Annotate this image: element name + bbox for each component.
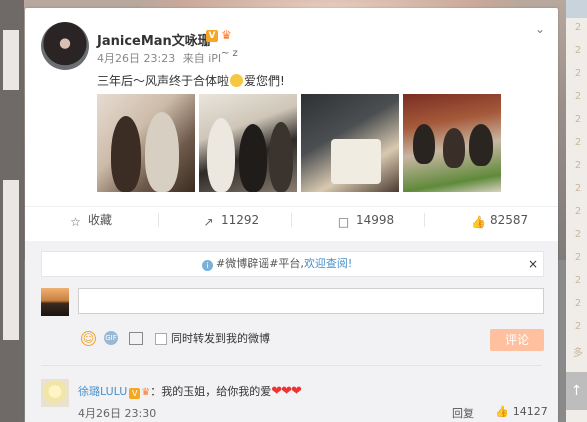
notice-text: i #微博辟谣#平台,欢迎查阅! xyxy=(202,252,352,276)
right-rail-item[interactable]: 2 xyxy=(570,91,586,102)
photo-figure xyxy=(469,124,493,166)
commenter-avatar[interactable] xyxy=(41,379,69,407)
right-rail-item[interactable]: 2 xyxy=(570,160,586,171)
thumbs-up-icon: 👍 xyxy=(471,215,486,229)
comment-timestamp: 4月26日 23:30 xyxy=(78,407,157,420)
repost-icon: ↗ xyxy=(203,215,214,229)
repost-button[interactable]: ↗ 11292 xyxy=(202,207,259,233)
repost-count: 11292 xyxy=(221,213,260,227)
thumbs-up-icon: 👍 xyxy=(495,405,509,418)
post-photo[interactable] xyxy=(199,94,297,192)
photo-figure xyxy=(207,118,235,192)
right-rail-item[interactable]: 2 xyxy=(570,22,586,33)
right-rail-item[interactable]: 2 xyxy=(570,275,586,286)
repost-checkbox[interactable] xyxy=(155,333,167,345)
info-icon: i xyxy=(202,260,213,271)
image-icon[interactable] xyxy=(129,332,143,345)
gif-icon[interactable]: GIF xyxy=(104,331,118,345)
post-text-part: 爱您們! xyxy=(244,74,285,88)
comment-input[interactable] xyxy=(78,288,544,314)
right-rail-item[interactable]: 2 xyxy=(570,114,586,125)
vip-crown-icon[interactable]: ♛ xyxy=(221,29,235,42)
comment-like-button[interactable]: 👍 14127 xyxy=(495,405,548,418)
author-avatar[interactable] xyxy=(41,22,89,70)
right-rail-item[interactable]: 2 xyxy=(570,206,586,217)
post-text-part: 三年后～风声终于合体啦 xyxy=(97,74,230,88)
divider xyxy=(424,213,425,227)
photo-figure xyxy=(269,122,293,192)
post-photo[interactable] xyxy=(301,94,399,192)
star-icon: ☆ xyxy=(70,215,81,229)
post-timestamp[interactable]: 4月26日 23:23 xyxy=(97,52,175,65)
photo-paper xyxy=(331,139,381,184)
post-text: 三年后～风声终于合体啦 爱您們! xyxy=(97,72,285,89)
right-rail-item[interactable]: 多 xyxy=(570,344,586,359)
photo-figure xyxy=(239,124,267,192)
post-action-bar: ☆ 收藏 ↗ 11292 □ 14998 👍 82587 xyxy=(25,206,558,233)
comment-text: ：我的玉姐，给你我的爱 xyxy=(150,385,272,398)
cry-emoji-icon xyxy=(230,74,244,87)
left-sidebar-block xyxy=(3,30,19,90)
right-rail-item[interactable]: 2 xyxy=(570,252,586,263)
author-name[interactable]: JaniceMan文咏珊 xyxy=(97,30,211,49)
right-rail-item[interactable]: 2 xyxy=(570,229,586,240)
post-meta: 4月26日 23:23 来自 iPI xyxy=(97,50,221,66)
right-rail-item[interactable]: 2 xyxy=(570,321,586,332)
photo-figure xyxy=(111,116,141,192)
comment-section: i #微博辟谣#平台,欢迎查阅! × ☺ GIF 同时转发到我的微博 评论 徐璐L… xyxy=(25,241,558,422)
favorite-button[interactable]: ☆ 收藏 xyxy=(69,207,112,233)
post-photo[interactable] xyxy=(97,94,195,192)
divider xyxy=(291,213,292,227)
right-rail-item[interactable]: 2 xyxy=(570,183,586,194)
right-rail-item[interactable]: 2 xyxy=(570,298,586,309)
comment-icon: □ xyxy=(337,215,350,229)
like-count: 82587 xyxy=(490,213,529,227)
verified-badge-icon[interactable]: V xyxy=(129,388,141,399)
right-rail-header xyxy=(566,0,587,18)
weibo-post-card: ⌄ JaniceMan文咏珊 V ♛ 4月26日 23:23 来自 iPI ~ … xyxy=(25,8,558,422)
post-photo[interactable] xyxy=(403,94,501,192)
photo-figure xyxy=(443,128,465,168)
emoji-icon[interactable]: ☺ xyxy=(81,331,96,346)
right-rail-item[interactable]: 2 xyxy=(570,45,586,56)
my-avatar[interactable] xyxy=(41,288,69,316)
right-rail: 2 2 2 2 2 2 2 2 2 2 2 2 2 2 多 xyxy=(566,0,587,422)
repost-checkbox-label[interactable]: 同时转发到我的微博 xyxy=(171,330,270,346)
photo-figure xyxy=(145,112,179,192)
comment-like-count: 14127 xyxy=(512,405,548,418)
right-rail-item[interactable]: 2 xyxy=(570,137,586,148)
divider xyxy=(158,213,159,227)
notice-prefix: #微博辟谣#平台, xyxy=(216,257,304,270)
comment-body: 徐璐LULU V ♛：我的玉姐，给你我的爱❤❤❤ xyxy=(78,383,302,399)
chevron-down-icon[interactable]: ⌄ xyxy=(533,22,547,36)
vip-crown-icon[interactable]: ♛ xyxy=(141,387,150,398)
photo-figure xyxy=(413,124,435,164)
commenter-name[interactable]: 徐璐LULU xyxy=(78,385,127,398)
comment-count: 14998 xyxy=(356,213,395,227)
right-rail-item[interactable]: 2 xyxy=(570,68,586,79)
close-icon[interactable]: × xyxy=(528,252,538,276)
rumor-notice-banner: i #微博辟谣#平台,欢迎查阅! × xyxy=(41,251,544,277)
hearts-emoji: ❤❤❤ xyxy=(271,384,302,399)
source-decoration-icon: ~ z xyxy=(221,48,238,59)
left-sidebar-block xyxy=(3,180,19,340)
reply-button[interactable]: 回复 xyxy=(452,405,474,421)
back-to-top-button[interactable]: ↑ xyxy=(566,372,587,410)
photo-grid xyxy=(97,94,529,192)
post-source[interactable]: 来自 iPI xyxy=(183,52,221,65)
like-button[interactable]: 👍 82587 xyxy=(471,207,528,233)
comment-button[interactable]: □ 14998 xyxy=(337,207,394,233)
verified-badge-icon[interactable]: V xyxy=(206,30,218,42)
submit-comment-button[interactable]: 评论 xyxy=(490,329,544,351)
notice-link[interactable]: 欢迎查阅! xyxy=(304,257,352,270)
favorite-label: 收藏 xyxy=(88,213,113,227)
divider xyxy=(41,365,542,366)
left-sidebar-strip xyxy=(0,0,24,422)
